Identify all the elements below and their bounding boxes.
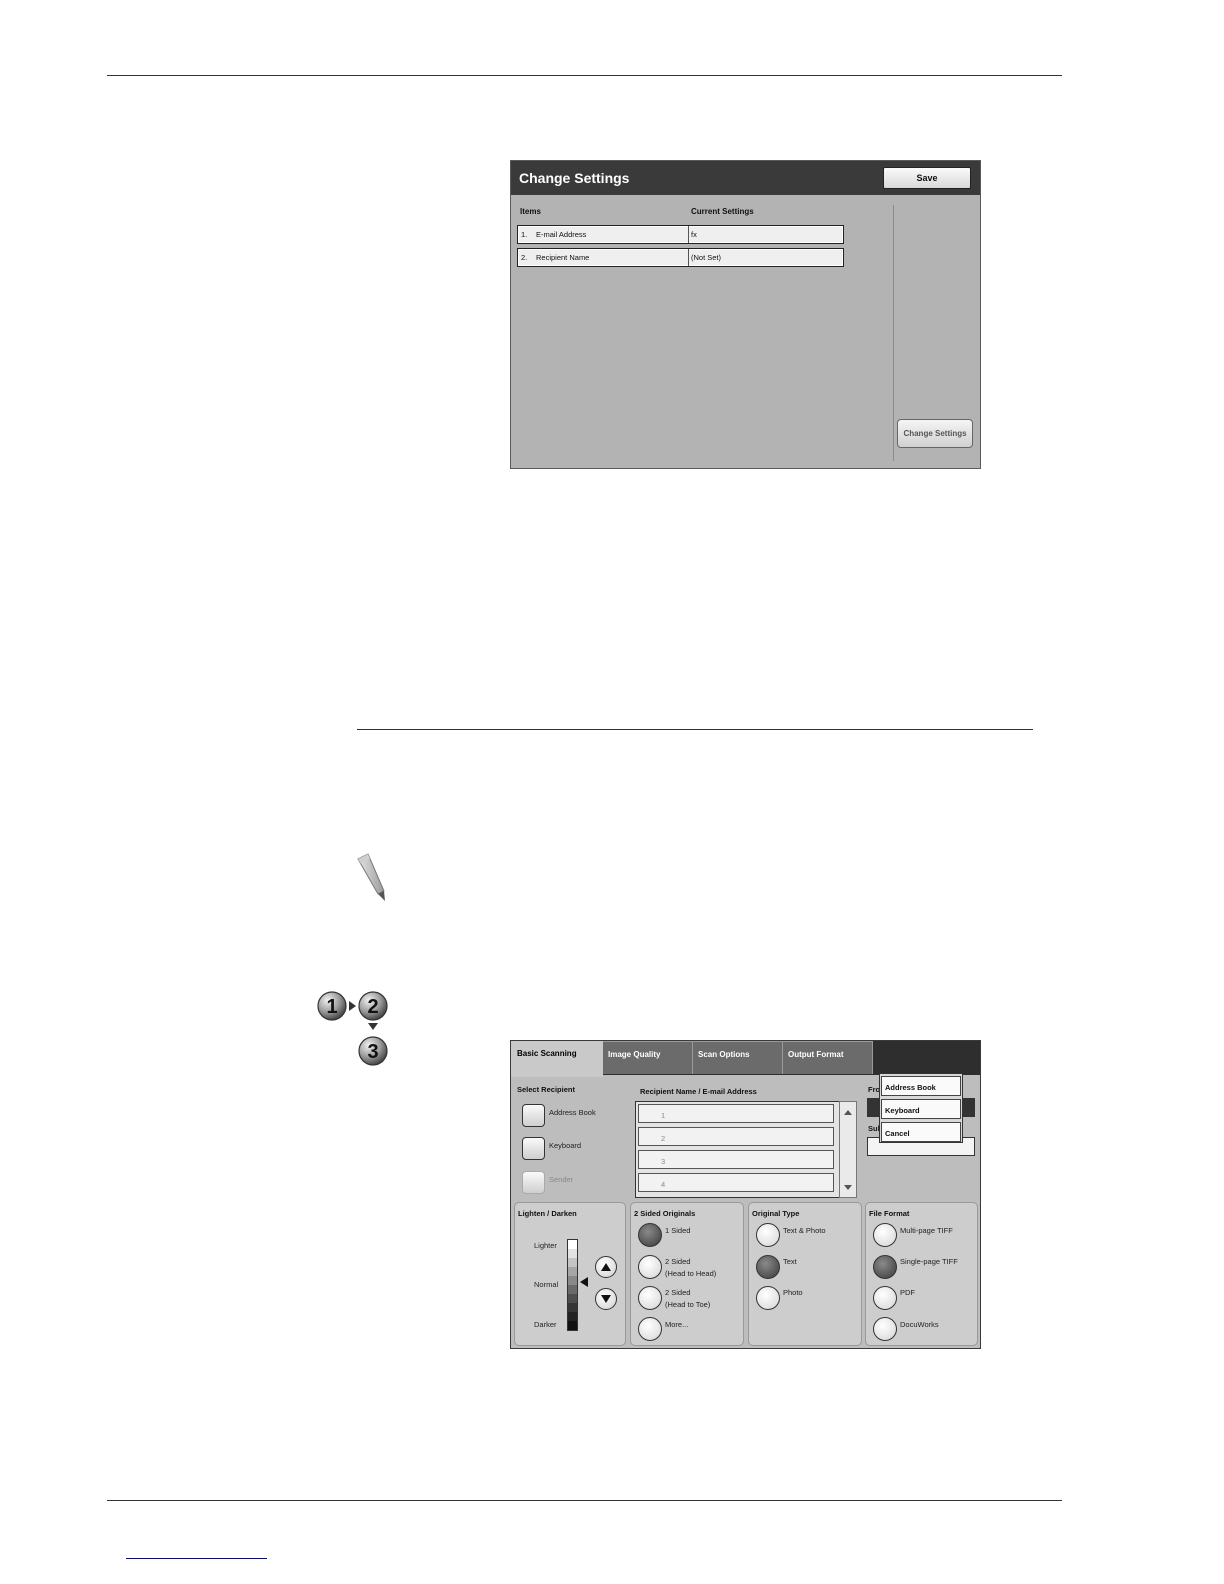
- tab-basic-scanning[interactable]: Basic Scanning: [511, 1041, 603, 1077]
- select-recipient-label: Select Recipient: [517, 1085, 575, 1094]
- sender-label: Sender: [549, 1175, 574, 1184]
- settings-row-email[interactable]: 1. E-mail Address fx: [517, 225, 844, 244]
- recipient-list-header: Recipient Name / E-mail Address: [640, 1087, 757, 1096]
- radio-single-page-tiff[interactable]: [873, 1255, 897, 1279]
- original-type-title: Original Type: [752, 1209, 800, 1218]
- row-value: (Not Set): [688, 249, 843, 266]
- radio-more[interactable]: [638, 1317, 662, 1341]
- scroll-up-icon[interactable]: [840, 1106, 856, 1118]
- address-book-button[interactable]: [522, 1104, 545, 1127]
- two-sided-originals-panel: 2 Sided Originals 1 Sided 2 Sided (Head …: [630, 1202, 744, 1346]
- arrow-right-icon: [349, 1001, 356, 1011]
- row-item: Recipient Name: [536, 253, 590, 262]
- recipient-row[interactable]: 2: [638, 1127, 834, 1146]
- settings-row-recipient-name[interactable]: 2. Recipient Name (Not Set): [517, 248, 844, 267]
- pencil-note-icon: [357, 853, 385, 901]
- title-bar: Change Settings Save: [511, 161, 980, 195]
- bottom-rule: [107, 1500, 1062, 1501]
- option-photo: Photo: [783, 1288, 803, 1297]
- option-single-page-tiff: Single-page TIFF: [900, 1257, 958, 1266]
- top-rule: [107, 75, 1062, 76]
- option-1-sided: 1 Sided: [665, 1226, 691, 1235]
- radio-text[interactable]: [756, 1255, 780, 1279]
- recipient-row[interactable]: 1: [638, 1104, 834, 1123]
- change-settings-screen: Change Settings Save Items Current Setti…: [510, 160, 981, 469]
- address-book-label: Address Book: [549, 1108, 596, 1117]
- file-format-title: File Format: [869, 1209, 910, 1218]
- option-text-and-photo: Text & Photo: [783, 1226, 826, 1235]
- lighter-label: Lighter: [534, 1241, 557, 1250]
- row-number: 2.: [521, 253, 528, 262]
- normal-label: Normal: [534, 1280, 559, 1289]
- save-button[interactable]: Save: [883, 167, 971, 189]
- footer-link-underline[interactable]: [126, 1558, 267, 1559]
- radio-multi-page-tiff[interactable]: [873, 1223, 897, 1247]
- scroll-down-icon[interactable]: [840, 1182, 856, 1194]
- radio-photo[interactable]: [756, 1286, 780, 1310]
- option-2-sided: 2 Sided: [665, 1288, 691, 1297]
- tab-image-quality[interactable]: Image Quality: [601, 1041, 693, 1074]
- keyboard-label: Keyboard: [549, 1141, 582, 1150]
- change-settings-button[interactable]: Change Settings: [897, 419, 973, 448]
- row-number: 1.: [521, 230, 528, 239]
- lighten-darken-panel: Lighten / Darken Lighter Normal Darker: [514, 1202, 626, 1346]
- recipient-list: 1 2 3 4: [635, 1101, 840, 1198]
- recipient-row[interactable]: 4: [638, 1173, 834, 1192]
- keyboard-button[interactable]: [522, 1137, 545, 1160]
- recipient-row[interactable]: 3: [638, 1150, 834, 1169]
- density-gauge: [567, 1239, 578, 1331]
- option-head-to-head: (Head to Head): [665, 1269, 717, 1278]
- popup-address-book[interactable]: Address Book: [881, 1076, 961, 1096]
- sender-button: [522, 1171, 545, 1194]
- step-one-digit: 1: [326, 996, 337, 1018]
- radio-pdf[interactable]: [873, 1286, 897, 1310]
- density-pointer-icon: [580, 1277, 588, 1287]
- option-text: Text: [783, 1257, 797, 1266]
- step-two-digit: 2: [367, 996, 378, 1018]
- section-rule: [357, 729, 1033, 730]
- option-head-to-toe: (Head to Toe): [665, 1300, 711, 1309]
- recipient-popup-menu: Address Book Keyboard Cancel: [879, 1073, 963, 1143]
- recipient-scrollbar[interactable]: [839, 1101, 857, 1198]
- lighten-darken-title: Lighten / Darken: [518, 1209, 577, 1218]
- lighten-up-button[interactable]: [595, 1256, 617, 1278]
- row-item: E-mail Address: [536, 230, 587, 239]
- screen-title: Change Settings: [519, 170, 630, 186]
- step-sequence-icon: 1 2 3: [317, 991, 388, 1066]
- arrow-down-icon: [368, 1023, 378, 1030]
- items-column-header: Items: [520, 207, 541, 216]
- current-settings-column-header: Current Settings: [691, 207, 754, 216]
- basic-scanning-screen: Output Format Scan Options Image Quality…: [510, 1040, 981, 1349]
- option-multi-page-tiff: Multi-page TIFF: [900, 1226, 953, 1235]
- radio-2-sided-head-to-toe[interactable]: [638, 1286, 662, 1310]
- darker-label: Darker: [534, 1320, 557, 1329]
- step-three-digit: 3: [367, 1041, 378, 1063]
- panel-divider: [893, 205, 894, 461]
- option-pdf: PDF: [900, 1288, 915, 1297]
- option-2-sided: 2 Sided: [665, 1257, 691, 1266]
- radio-text-and-photo[interactable]: [756, 1223, 780, 1247]
- popup-keyboard[interactable]: Keyboard: [881, 1099, 961, 1119]
- popup-cancel[interactable]: Cancel: [881, 1122, 961, 1142]
- tab-scan-options[interactable]: Scan Options: [691, 1041, 783, 1074]
- option-more: More...: [665, 1320, 689, 1329]
- tab-output-format[interactable]: Output Format: [781, 1041, 873, 1074]
- file-format-panel: File Format Multi-page TIFF Single-page …: [865, 1202, 978, 1346]
- triangle-up-icon: [601, 1263, 611, 1271]
- radio-2-sided-head-to-head[interactable]: [638, 1255, 662, 1279]
- row-value: fx: [688, 226, 843, 243]
- radio-docuworks[interactable]: [873, 1317, 897, 1341]
- option-docuworks: DocuWorks: [900, 1320, 939, 1329]
- triangle-down-icon: [601, 1295, 611, 1303]
- darken-down-button[interactable]: [595, 1288, 617, 1310]
- original-type-panel: Original Type Text & Photo Text Photo: [748, 1202, 862, 1346]
- radio-1-sided[interactable]: [638, 1223, 662, 1247]
- two-sided-title: 2 Sided Originals: [634, 1209, 696, 1218]
